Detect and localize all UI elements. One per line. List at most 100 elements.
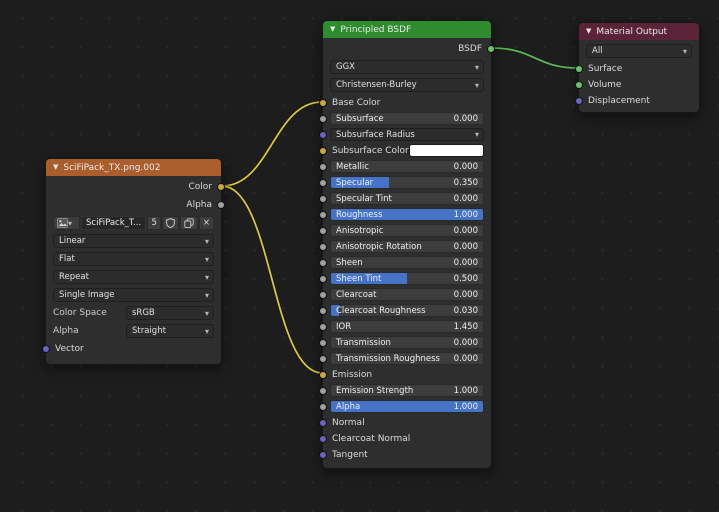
bsdf-row-emission-strength: Emission Strength1.000 [330,384,484,397]
vector-input-socket[interactable] [42,345,50,353]
normal-label: Normal [330,418,365,428]
emission-input-socket[interactable] [319,371,327,379]
specular-tint-input-socket[interactable] [319,195,327,203]
alpha-output-socket[interactable] [217,201,225,209]
new-image-button[interactable] [180,216,198,230]
fake-user-button[interactable] [162,216,179,230]
bsdf-output-socket[interactable] [487,45,495,53]
source-dropdown[interactable]: Single Image ▾ [53,288,214,302]
subsurface-method-dropdown[interactable]: Christensen-Burley ▾ [330,78,484,92]
clearcoat-slider[interactable]: Clearcoat0.000 [330,288,484,301]
collapse-chevron-icon[interactable]: ▼ [586,28,591,35]
anisotropic-input-socket[interactable] [319,227,327,235]
displacement-input-socket[interactable] [575,97,583,105]
specular-tint-slider[interactable]: Specular Tint0.000 [330,192,484,205]
metallic-input-socket[interactable] [319,163,327,171]
unlink-image-button[interactable]: × [199,216,214,230]
subsurface-color-input-socket[interactable] [319,147,327,155]
normal-input-socket[interactable] [319,419,327,427]
clearcoat-roughness-slider[interactable]: Clearcoat Roughness0.030 [330,304,484,317]
output-node-header[interactable]: ▼ Material Output [579,23,699,40]
dropdown-label: Single Image [54,290,205,300]
emission-strength-slider[interactable]: Emission Strength1.000 [330,384,484,397]
slider-value: 0.000 [454,162,483,172]
color-space-dropdown[interactable]: sRGB ▾ [126,306,214,320]
metallic-slider[interactable]: Metallic0.000 [330,160,484,173]
transmission-roughness-input-socket[interactable] [319,355,327,363]
tangent-label: Tangent [330,450,368,460]
specular-slider[interactable]: Specular0.350 [330,176,484,189]
roughness-input-socket[interactable] [319,211,327,219]
anisotropic-slider[interactable]: Anisotropic0.000 [330,224,484,237]
principled-bsdf-node[interactable]: ▼ Principled BSDF BSDF GGX ▾ Christensen… [322,20,492,469]
clearcoat-roughness-input-socket[interactable] [319,307,327,315]
target-dropdown[interactable]: All ▾ [586,44,692,58]
image-texture-node[interactable]: ▼ SciFiPack_TX.png.002 Color Alpha ▾ Sci… [45,158,222,365]
slider-label: Metallic [331,162,454,172]
projection-dropdown[interactable]: Flat ▾ [53,252,214,266]
bsdf-row-clearcoat-roughness: Clearcoat Roughness0.030 [330,304,484,317]
chevron-down-icon: ▾ [205,327,213,336]
volume-input-socket[interactable] [575,81,583,89]
clearcoat-normal-input-socket[interactable] [319,435,327,443]
projection-row: Flat ▾ [53,252,214,266]
specular-input-socket[interactable] [319,179,327,187]
ior-slider[interactable]: IOR1.450 [330,320,484,333]
roughness-slider[interactable]: Roughness1.000 [330,208,484,221]
transmission-roughness-slider[interactable]: Transmission Roughness0.000 [330,352,484,365]
extension-dropdown[interactable]: Repeat ▾ [53,270,214,284]
slider-value: 0.500 [454,274,483,284]
anisotropic-rotation-input-socket[interactable] [319,243,327,251]
collapse-chevron-icon[interactable]: ▼ [53,164,58,171]
surface-input-row: Surface [586,62,692,76]
bsdf-node-header[interactable]: ▼ Principled BSDF [323,21,491,38]
slider-label: Specular [331,178,454,188]
dropdown-label: sRGB [127,308,205,318]
alpha-mode-label: Alpha [53,326,79,336]
slider-label: IOR [331,322,454,332]
image-datablock-row: ▾ SciFiPack_T... 5 × [53,216,214,230]
users-count-button[interactable]: 5 [147,216,160,230]
image-name-field[interactable]: SciFiPack_T... [81,216,146,230]
color-output-socket[interactable] [217,183,225,191]
slider-label: Anisotropic Rotation [331,242,454,252]
collapse-chevron-icon[interactable]: ▼ [330,26,335,33]
sheen-input-socket[interactable] [319,259,327,267]
bsdf-row-anisotropic-rotation: Anisotropic Rotation0.000 [330,240,484,253]
distribution-dropdown[interactable]: GGX ▾ [330,60,484,74]
material-output-node[interactable]: ▼ Material Output All ▾ Surface Volume D… [578,22,700,113]
image-node-header[interactable]: ▼ SciFiPack_TX.png.002 [46,159,221,176]
transmission-input-socket[interactable] [319,339,327,347]
chevron-down-icon: ▾ [205,237,213,246]
slider-label: Roughness [331,210,454,220]
anisotropic-rotation-slider[interactable]: Anisotropic Rotation0.000 [330,240,484,253]
alpha-input-socket[interactable] [319,403,327,411]
bsdf-output-row: BSDF [330,42,484,56]
sheen-tint-input-socket[interactable] [319,275,327,283]
subsurface-radius-dropdown[interactable]: Subsurface Radius▾ [330,128,484,141]
slider-value: 0.000 [454,226,483,236]
emission-strength-input-socket[interactable] [319,387,327,395]
subsurface-radius-input-socket[interactable] [319,131,327,139]
alpha-slider[interactable]: Alpha1.000 [330,400,484,413]
subsurface-color-swatch[interactable] [409,144,484,157]
bsdf-row-roughness: Roughness1.000 [330,208,484,221]
sheen-tint-slider[interactable]: Sheen Tint0.500 [330,272,484,285]
vector-input-label: Vector [53,344,84,354]
ior-input-socket[interactable] [319,323,327,331]
sheen-slider[interactable]: Sheen0.000 [330,256,484,269]
clearcoat-normal-label: Clearcoat Normal [330,434,410,444]
base-color-input-socket[interactable] [319,99,327,107]
browse-image-button[interactable]: ▾ [53,216,80,230]
subsurface-slider[interactable]: Subsurface0.000 [330,112,484,125]
surface-input-socket[interactable] [575,65,583,73]
color-space-row: Color Space sRGB ▾ [53,306,214,320]
slider-value: 1.000 [454,386,483,396]
tangent-input-socket[interactable] [319,451,327,459]
interpolation-dropdown[interactable]: Linear ▾ [53,234,214,248]
subsurface-input-socket[interactable] [319,115,327,123]
alpha-mode-dropdown[interactable]: Straight ▾ [126,324,214,338]
transmission-slider[interactable]: Transmission0.000 [330,336,484,349]
clearcoat-input-socket[interactable] [319,291,327,299]
slider-value: 0.350 [454,178,483,188]
